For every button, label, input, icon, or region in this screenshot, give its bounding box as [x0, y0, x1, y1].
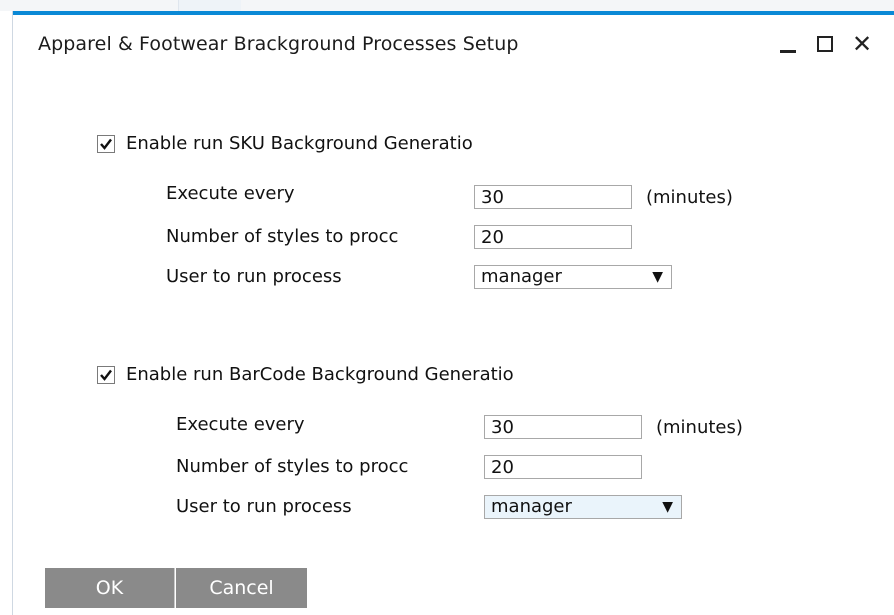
barcode-execute-label: Execute every — [176, 414, 305, 435]
cancel-button[interactable]: Cancel — [176, 568, 307, 608]
barcode-styles-label: Number of styles to procc — [176, 456, 409, 477]
dropdown-arrow-icon: ▼ — [652, 269, 663, 285]
sku-user-label: User to run process — [166, 266, 342, 287]
sku-styles-label: Number of styles to procc — [166, 226, 399, 247]
barcode-execute-unit: (minutes) — [656, 417, 743, 438]
minimize-button[interactable] — [773, 29, 803, 59]
sku-user-select[interactable]: manager ▼ — [474, 265, 672, 289]
sku-execute-unit: (minutes) — [646, 187, 733, 208]
sku-enable-checkbox[interactable] — [97, 134, 115, 153]
barcode-enable-label: Enable run BarCode Background Generatio — [126, 364, 514, 385]
sku-execute-label: Execute every — [166, 183, 295, 204]
sku-enable-row[interactable]: Enable run SKU Background Generatio — [97, 133, 473, 154]
sku-enable-label: Enable run SKU Background Generatio — [126, 133, 473, 154]
barcode-styles-input[interactable] — [484, 455, 642, 479]
checkmark-icon — [100, 369, 112, 381]
barcode-user-select[interactable]: manager ▼ — [484, 495, 682, 519]
ok-button[interactable]: OK — [45, 568, 175, 608]
close-icon: ✕ — [851, 30, 873, 58]
barcode-user-label: User to run process — [176, 496, 352, 517]
maximize-button[interactable] — [810, 29, 840, 59]
sku-styles-input[interactable] — [474, 225, 632, 249]
minimize-icon — [780, 49, 796, 53]
barcode-user-value: manager — [491, 496, 572, 517]
sku-execute-input[interactable] — [474, 185, 632, 209]
setup-window: Apparel & Footwear Brackground Processes… — [12, 11, 894, 615]
barcode-enable-checkbox[interactable] — [97, 365, 115, 384]
window-title: Apparel & Footwear Brackground Processes… — [38, 33, 519, 55]
barcode-execute-input[interactable] — [484, 415, 642, 439]
sku-user-value: manager — [481, 266, 562, 287]
background-strip — [0, 0, 894, 11]
window-accent-bar — [13, 11, 894, 15]
maximize-icon — [817, 36, 833, 52]
background-segment — [178, 0, 241, 11]
close-button[interactable]: ✕ — [847, 29, 877, 59]
checkmark-icon — [100, 138, 112, 150]
barcode-enable-row[interactable]: Enable run BarCode Background Generatio — [97, 364, 514, 385]
dropdown-arrow-icon: ▼ — [662, 499, 673, 515]
